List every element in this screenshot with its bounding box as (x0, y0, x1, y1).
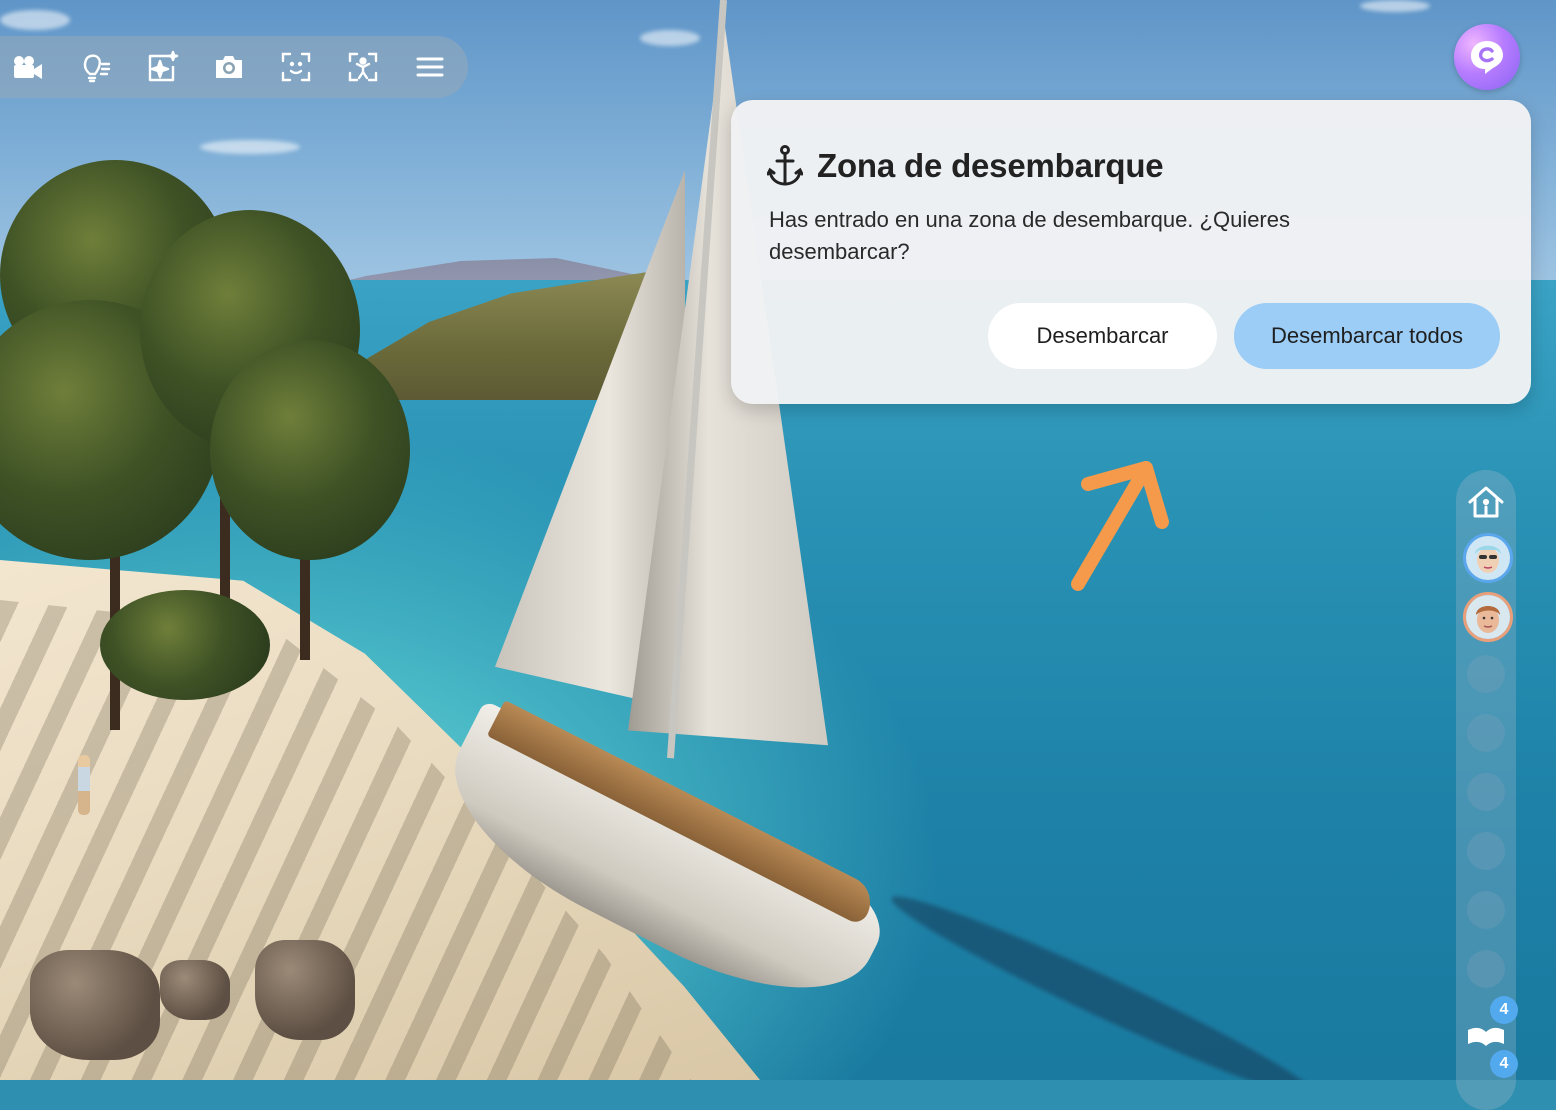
empty-player-slot[interactable] (1467, 950, 1505, 988)
camera-icon (215, 56, 242, 78)
anchor-icon (767, 145, 803, 186)
player-avatar-2[interactable] (1463, 592, 1513, 642)
menu-button[interactable] (396, 36, 463, 98)
disembark-dialog: Zona de desembarque Has entrado en una z… (731, 100, 1531, 404)
tree-cluster (0, 120, 440, 760)
dialog-title: Zona de desembarque (817, 147, 1164, 184)
pointer-arrow-icon (1071, 461, 1169, 591)
player-face-icon (1466, 536, 1510, 580)
empty-player-slot[interactable] (1467, 655, 1505, 693)
dialog-message: Has entrado en una zona de desembarque. … (769, 207, 1290, 264)
empty-player-slot[interactable] (1467, 891, 1505, 929)
rock (160, 960, 230, 1020)
dialog-header: Zona de desembarque (767, 144, 1164, 188)
app-logo-icon (1471, 41, 1503, 74)
disembark-button[interactable]: Desembarcar (988, 303, 1217, 369)
menu-icon (416, 57, 443, 77)
book-icon[interactable] (1466, 1020, 1506, 1048)
player-face-icon (1466, 595, 1510, 639)
player-avatar-1[interactable] (1463, 533, 1513, 583)
home-icon[interactable] (1466, 482, 1506, 522)
notification-badge: 4 (1490, 1050, 1518, 1078)
face-scan-icon (281, 52, 310, 82)
disembark-all-button[interactable]: Desembarcar todos (1234, 303, 1500, 369)
ai-create-button[interactable] (128, 36, 195, 98)
empty-player-slot[interactable] (1467, 773, 1505, 811)
video-camera-button[interactable] (0, 36, 61, 98)
beach-character[interactable] (78, 755, 90, 815)
empty-player-slot[interactable] (1467, 714, 1505, 752)
video-camera-icon (13, 56, 42, 79)
cloud (1360, 0, 1430, 12)
face-scan-button[interactable] (262, 36, 329, 98)
lightbulb-icon (83, 54, 110, 83)
body-scan-icon (348, 52, 377, 82)
camera-button[interactable] (195, 36, 262, 98)
lightbulb-button[interactable] (61, 36, 128, 98)
body-scan-button[interactable] (329, 36, 396, 98)
cloud (0, 10, 70, 30)
top-toolbar (0, 36, 468, 98)
tree (210, 340, 410, 560)
palm-tree (100, 590, 270, 700)
rock (255, 940, 355, 1040)
cloud (640, 30, 700, 46)
empty-player-slot[interactable] (1467, 832, 1505, 870)
rock (30, 950, 160, 1060)
profile-button[interactable] (1454, 24, 1520, 90)
ai-sparkle-icon (148, 50, 178, 82)
